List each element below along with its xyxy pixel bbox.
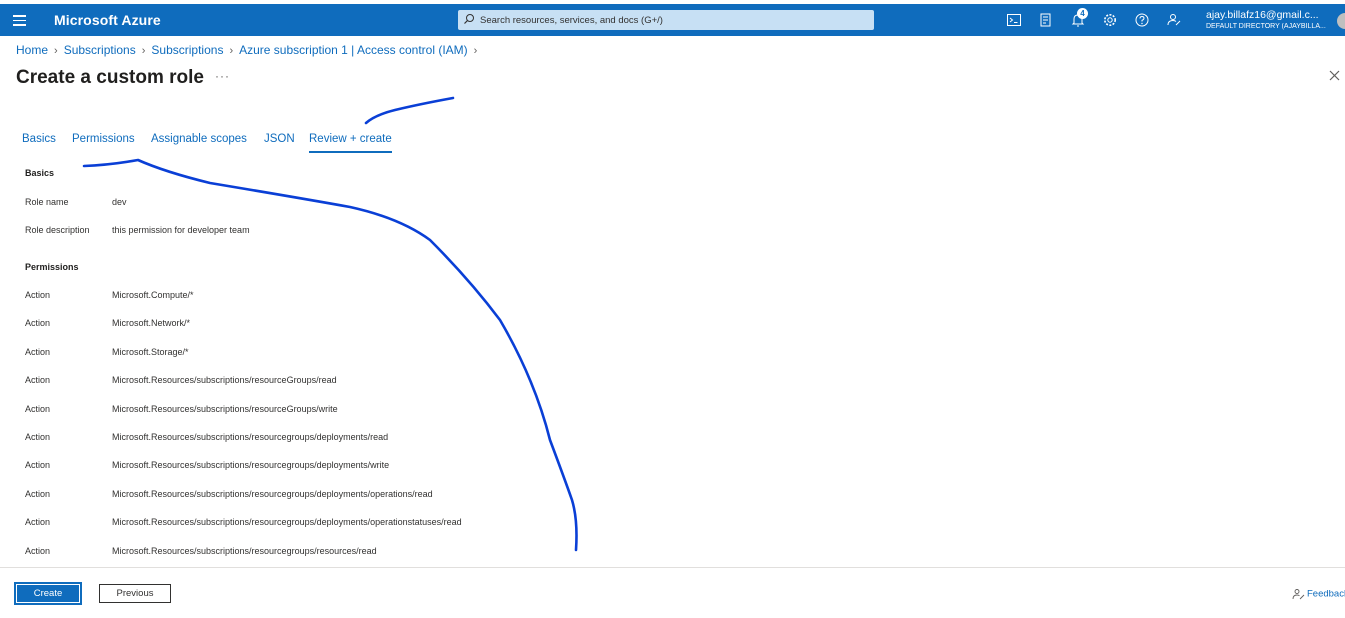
global-search[interactable]: [458, 10, 874, 30]
permission-value: Microsoft.Resources/subscriptions/resour…: [112, 375, 337, 385]
create-button[interactable]: Create: [14, 582, 82, 605]
permission-value: Microsoft.Compute/*: [112, 290, 194, 300]
chevron-right-icon: ›: [54, 45, 58, 57]
chevron-right-icon: ›: [141, 45, 146, 57]
role-description-label: Role description: [25, 225, 90, 235]
azure-brand[interactable]: Microsoft Azure: [54, 12, 161, 28]
top-navigation-bar: Microsoft Azure 4 ajay.billafz16@g: [0, 4, 1345, 36]
permissions-heading: Permissions: [25, 262, 79, 272]
permission-type: Action: [25, 375, 51, 385]
permission-type: Action: [25, 347, 51, 357]
permission-type: Action: [25, 460, 51, 470]
more-options-button[interactable]: ···: [215, 69, 230, 83]
basics-heading: Basics: [25, 168, 55, 178]
search-icon: [464, 14, 474, 24]
role-description-value: this permission for developer team: [112, 225, 250, 235]
account-directory: DEFAULT DIRECTORY (AJAYBILLA...: [1206, 23, 1326, 30]
footer-divider: [0, 567, 1345, 568]
tab-basics[interactable]: Basics: [22, 133, 56, 145]
tab-permissions[interactable]: Permissions: [72, 133, 135, 145]
breadcrumb-iam[interactable]: Azure subscription 1 | Access control (I…: [239, 43, 468, 57]
account-email: ajay.billafz16@gmail.c...: [1206, 9, 1319, 21]
close-icon[interactable]: [1329, 70, 1340, 81]
permission-value: Microsoft.Resources/subscriptions/resour…: [112, 432, 389, 442]
tab-assignable-scopes[interactable]: Assignable scopes: [151, 133, 247, 145]
permission-value: Microsoft.Resources/subscriptions/resour…: [112, 517, 462, 527]
notification-count-badge: 4: [1077, 8, 1088, 19]
permission-type: Action: [25, 546, 51, 556]
permission-value: Microsoft.Resources/subscriptions/resour…: [112, 404, 338, 414]
permission-type: Action: [25, 404, 51, 414]
page-title: Create a custom role: [16, 67, 204, 88]
annotation-stroke-top: [364, 96, 455, 125]
directory-filter-icon[interactable]: [1038, 12, 1054, 28]
chevron-right-icon: ›: [229, 45, 234, 57]
permission-type: Action: [25, 489, 51, 499]
breadcrumb-subscriptions[interactable]: Subscriptions: [64, 43, 136, 57]
search-input[interactable]: [480, 11, 860, 29]
permission-value: Microsoft.Resources/subscriptions/resour…: [112, 460, 390, 470]
feedback-label: Feedback: [1307, 588, 1345, 600]
chevron-right-icon: ›: [473, 45, 478, 57]
feedback-person-icon[interactable]: [1166, 12, 1182, 28]
permission-value: Microsoft.Resources/subscriptions/resour…: [112, 489, 433, 499]
permission-type: Action: [25, 432, 51, 442]
hamburger-menu-icon[interactable]: [12, 12, 28, 28]
breadcrumb-home[interactable]: Home: [16, 43, 48, 57]
permission-value: Microsoft.Resources/subscriptions/resour…: [112, 546, 377, 556]
tab-review-create[interactable]: Review + create: [309, 133, 392, 153]
feedback-icon: [1292, 589, 1305, 600]
role-name-label: Role name: [25, 197, 69, 207]
permission-type: Action: [25, 290, 51, 300]
permission-value: Microsoft.Storage/*: [112, 347, 189, 357]
cloud-shell-icon[interactable]: [1006, 12, 1022, 28]
permission-type: Action: [25, 517, 51, 527]
breadcrumb: Home › Subscriptions › Subscriptions › Azure s…: [16, 43, 483, 57]
settings-gear-icon[interactable]: [1102, 12, 1118, 28]
help-question-icon[interactable]: [1134, 12, 1150, 28]
permission-type: Action: [25, 318, 51, 328]
avatar[interactable]: [1337, 13, 1345, 29]
tab-json[interactable]: JSON: [264, 133, 295, 145]
role-name-value: dev: [112, 197, 127, 207]
feedback-link[interactable]: Feedback: [1292, 588, 1345, 600]
account-menu[interactable]: ajay.billafz16@gmail.c... DEFAULT DIRECT…: [1206, 9, 1334, 30]
permission-value: Microsoft.Network/*: [112, 318, 191, 328]
previous-button[interactable]: Previous: [99, 584, 171, 603]
breadcrumb-subscriptions-2[interactable]: Subscriptions: [151, 43, 223, 57]
